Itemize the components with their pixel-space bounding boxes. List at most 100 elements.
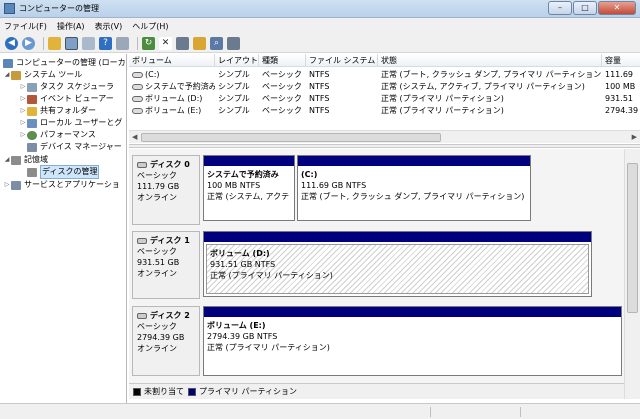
partition-status: 正常 (プライマリ パーティション) — [210, 271, 333, 280]
disk-view-vertical-scrollbar[interactable] — [624, 149, 640, 399]
table-row[interactable]: ボリューム (D:) シンプル ベーシック NTFS 正常 (プライマリ パーテ… — [129, 93, 640, 104]
window-title: コンピューターの管理 — [19, 4, 99, 13]
open-folder-icon[interactable] — [193, 36, 206, 50]
expand-arrow-icon[interactable]: ▷ — [19, 129, 27, 141]
table-row[interactable]: ボリューム (E:) シンプル ベーシック NTFS 正常 (プライマリ パーテ… — [129, 105, 640, 116]
partition-block[interactable]: ボリューム (E:) 2794.39 GB NTFS 正常 (プライマリ パーテ… — [203, 306, 622, 376]
status-bar — [0, 403, 640, 419]
table-row[interactable]: (C:) シンプル ベーシック NTFS 正常 (ブート, クラッシュ ダンプ,… — [129, 69, 640, 80]
refresh-icon[interactable]: ↻ — [142, 36, 155, 50]
menu-file[interactable]: ファイル(F) — [4, 21, 47, 32]
collapse-arrow-icon[interactable]: ◢ — [3, 154, 11, 166]
tree-item-device-manager[interactable]: デバイス マネージャー — [27, 141, 122, 153]
disk-state: オンライン — [137, 269, 177, 278]
primary-partition-bar — [204, 307, 621, 317]
tree-item-system-tools[interactable]: ◢ システム ツール — [3, 69, 82, 81]
users-icon — [27, 118, 37, 128]
volume-icon — [132, 83, 143, 90]
disk-info[interactable]: ディスク 0 ベーシック 111.79 GB オンライン — [132, 155, 200, 225]
partition-label: (C:) — [301, 170, 318, 179]
computer-management-icon — [4, 3, 15, 14]
column-header-layout[interactable]: レイアウト — [215, 54, 259, 67]
disk-type: ベーシック — [137, 171, 177, 180]
expand-arrow-icon[interactable]: ▷ — [19, 81, 27, 93]
tree-item-services-apps[interactable]: ▷ サービスとアプリケーショ — [3, 179, 120, 191]
unallocated-swatch — [133, 387, 141, 396]
partition-label: システムで予約済み — [207, 170, 279, 179]
performance-icon — [27, 130, 37, 140]
scrollbar-thumb[interactable] — [141, 133, 441, 142]
clock-icon — [27, 82, 37, 92]
volume-list-horizontal-scrollbar[interactable]: ◀ ▶ — [129, 130, 640, 143]
tree-item-root[interactable]: コンピューターの管理 (ローカ — [3, 57, 126, 69]
folder-up-icon[interactable] — [48, 36, 61, 50]
partition-block[interactable]: ボリューム (D:) 931.51 GB NTFS 正常 (プライマリ パーティ… — [203, 231, 592, 297]
disk-graphical-view: ディスク 0 ベーシック 111.79 GB オンライン システムで予約済み 1… — [129, 149, 624, 383]
tree-item-local-users[interactable]: ▷ ローカル ユーザーとグ — [19, 117, 122, 129]
scroll-left-arrow-icon[interactable]: ◀ — [132, 133, 137, 141]
primary-partition-bar — [204, 232, 591, 242]
disk-icon — [137, 161, 147, 168]
column-header-filesystem[interactable]: ファイル システム — [306, 54, 378, 67]
disk-name: ディスク 1 — [150, 236, 190, 245]
partition-status: 正常 (システム, アクテ・ — [207, 192, 291, 201]
partition-block[interactable]: (C:) 111.69 GB NTFS 正常 (ブート, クラッシュ ダンプ, … — [297, 155, 531, 221]
column-header-capacity[interactable]: 容量 — [602, 54, 640, 67]
tree-item-shared-folders[interactable]: ▷ 共有フォルダー — [19, 105, 96, 117]
maximize-button[interactable]: □ — [573, 1, 597, 15]
partition-block[interactable]: システムで予約済み 100 MB NTFS 正常 (システム, アクテ・ — [203, 155, 295, 221]
disk-management-icon — [27, 167, 37, 177]
menu-help[interactable]: ヘルプ(H) — [132, 21, 168, 32]
minimize-button[interactable]: – — [548, 1, 572, 15]
console-tree-icon[interactable] — [65, 36, 78, 50]
disk-row: ディスク 1 ベーシック 931.51 GB オンライン ボリューム (D:) … — [132, 231, 622, 299]
expand-arrow-icon[interactable]: ▷ — [3, 179, 11, 191]
settings-icon[interactable] — [227, 36, 240, 50]
tree-item-task-scheduler[interactable]: ▷ タスク スケジューラ — [19, 81, 114, 93]
expand-arrow-icon[interactable]: ▷ — [19, 93, 27, 105]
partition-label: ボリューム (E:) — [207, 321, 266, 330]
disk-info[interactable]: ディスク 1 ベーシック 931.51 GB オンライン — [132, 231, 200, 299]
collapse-arrow-icon[interactable]: ◢ — [3, 69, 11, 81]
menu-view[interactable]: 表示(V) — [95, 21, 123, 32]
scrollbar-thumb[interactable] — [627, 163, 638, 313]
device-manager-icon — [27, 142, 37, 152]
column-header-volume[interactable]: ボリューム — [129, 54, 215, 67]
delete-icon[interactable]: ✕ — [159, 36, 172, 50]
expand-arrow-icon[interactable]: ▷ — [19, 117, 27, 129]
view-icon[interactable] — [116, 36, 129, 50]
back-arrow-icon[interactable]: ◀ — [5, 36, 18, 50]
column-header-type[interactable]: 種類 — [259, 54, 306, 67]
toolbar: ◀ ▶ ? ↻ ✕ ⌕ — [0, 34, 640, 53]
disk-state: オンライン — [137, 193, 177, 202]
disk-size: 111.79 GB — [137, 182, 180, 191]
navigation-tree: コンピューターの管理 (ローカ ◢ システム ツール ▷ タスク スケジューラ … — [0, 54, 127, 419]
expand-arrow-icon[interactable]: ▷ — [19, 105, 27, 117]
column-header-status[interactable]: 状態 — [378, 54, 602, 67]
tree-item-performance[interactable]: ▷ パフォーマンス — [19, 129, 96, 141]
disk-icon — [137, 312, 147, 319]
partition-size: 2794.39 GB NTFS — [207, 332, 278, 341]
disk-row: ディスク 2 ベーシック 2794.39 GB オンライン ボリューム (E:)… — [132, 306, 622, 376]
scroll-right-arrow-icon[interactable]: ▶ — [632, 133, 637, 141]
disk-info[interactable]: ディスク 2 ベーシック 2794.39 GB オンライン — [132, 306, 200, 376]
forward-arrow-icon[interactable]: ▶ — [22, 36, 35, 50]
legend-unallocated: 未割り当て — [144, 387, 184, 396]
tree-item-disk-management[interactable]: ディスクの管理 — [27, 165, 100, 179]
partition-size: 111.69 GB NTFS — [301, 181, 367, 190]
disk-size: 2794.39 GB — [137, 333, 185, 342]
tree-item-event-viewer[interactable]: ▷ イベント ビューアー — [19, 93, 114, 105]
menu-action[interactable]: 操作(A) — [57, 21, 85, 32]
properties-icon[interactable] — [82, 36, 95, 50]
table-row[interactable]: システムで予約済み シンプル ベーシック NTFS 正常 (システム, アクティ… — [129, 81, 640, 92]
disk-name: ディスク 0 — [150, 160, 190, 169]
primary-partition-bar — [298, 156, 530, 166]
properties-sheet-icon[interactable] — [176, 36, 189, 50]
disk-type: ベーシック — [137, 247, 177, 256]
close-button[interactable]: ✕ — [598, 1, 636, 15]
status-separator — [520, 407, 521, 417]
search-icon[interactable]: ⌕ — [210, 36, 223, 50]
help-icon[interactable]: ? — [99, 36, 112, 50]
pane-splitter[interactable] — [129, 144, 640, 148]
toolbar-separator — [137, 36, 138, 50]
